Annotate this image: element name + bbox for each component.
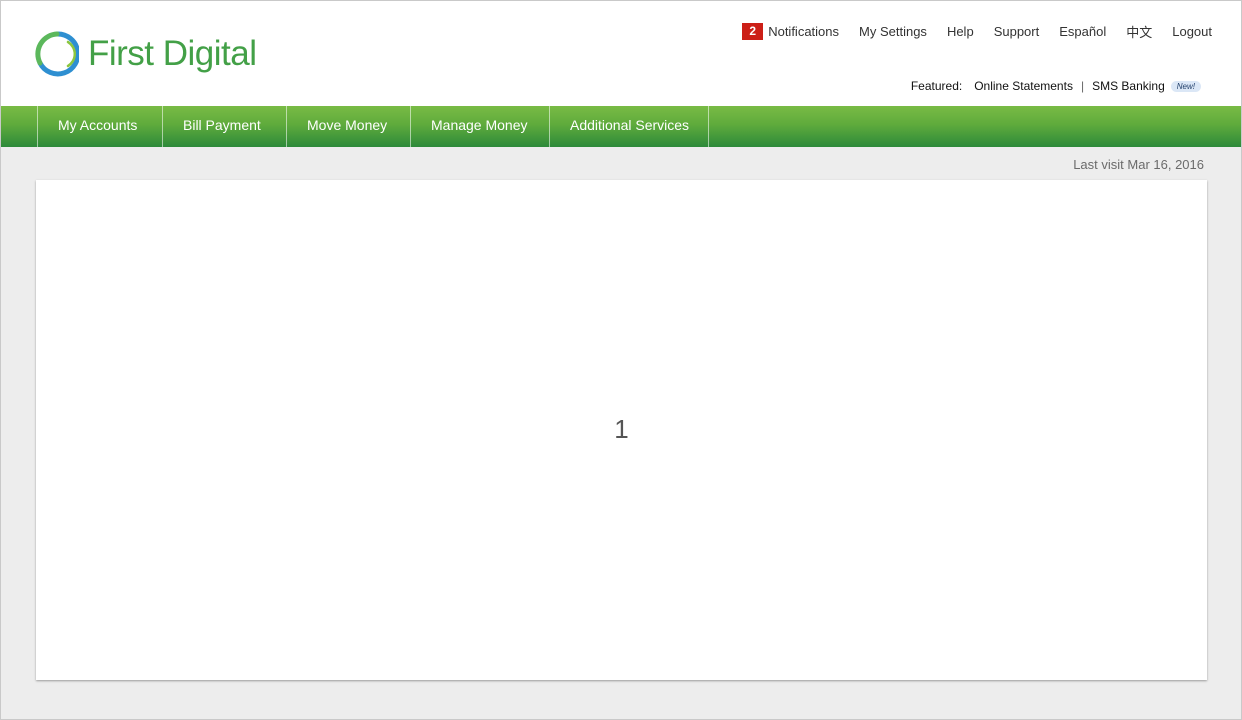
new-badge: New! <box>1170 80 1201 92</box>
notification-count-badge: 2 <box>742 22 764 40</box>
brand-name: First Digital <box>88 34 257 73</box>
nav-manage-money[interactable]: Manage Money <box>411 106 550 147</box>
notifications-link[interactable]: 2 Notifications <box>742 22 840 40</box>
nav-bill-payment[interactable]: Bill Payment <box>163 106 287 147</box>
content-panel: 1 <box>36 180 1207 680</box>
logo-ring-icon <box>35 31 79 77</box>
my-settings-link[interactable]: My Settings <box>859 24 927 39</box>
main-nav: My Accounts Bill Payment Move Money Mana… <box>37 106 709 147</box>
panel-number: 1 <box>614 414 629 444</box>
utility-nav: 2 Notifications My Settings Help Support… <box>742 22 1212 40</box>
featured-bar: Featured: Online Statements | SMS Bankin… <box>911 78 1201 94</box>
header: First Digital 2 Notifications My Setting… <box>1 1 1241 106</box>
nav-additional-services[interactable]: Additional Services <box>550 106 709 147</box>
brand-logo[interactable]: First Digital <box>35 31 257 77</box>
nav-my-accounts[interactable]: My Accounts <box>38 106 163 147</box>
nav-move-money[interactable]: Move Money <box>287 106 411 147</box>
app-window: First Digital 2 Notifications My Setting… <box>0 0 1242 720</box>
help-link[interactable]: Help <box>947 24 974 39</box>
logout-link[interactable]: Logout <box>1172 24 1212 39</box>
chinese-link[interactable]: 中文 <box>1126 22 1152 41</box>
featured-separator: | <box>1080 79 1085 93</box>
online-statements-link[interactable]: Online Statements <box>974 79 1073 93</box>
sms-banking-link[interactable]: SMS Banking <box>1092 79 1165 93</box>
featured-label: Featured: <box>910 79 963 93</box>
support-link[interactable]: Support <box>994 24 1040 39</box>
espanol-link[interactable]: Español <box>1059 24 1106 39</box>
last-visit-text: Last visit Mar 16, 2016 <box>1073 157 1204 172</box>
notifications-label: Notifications <box>768 23 840 39</box>
